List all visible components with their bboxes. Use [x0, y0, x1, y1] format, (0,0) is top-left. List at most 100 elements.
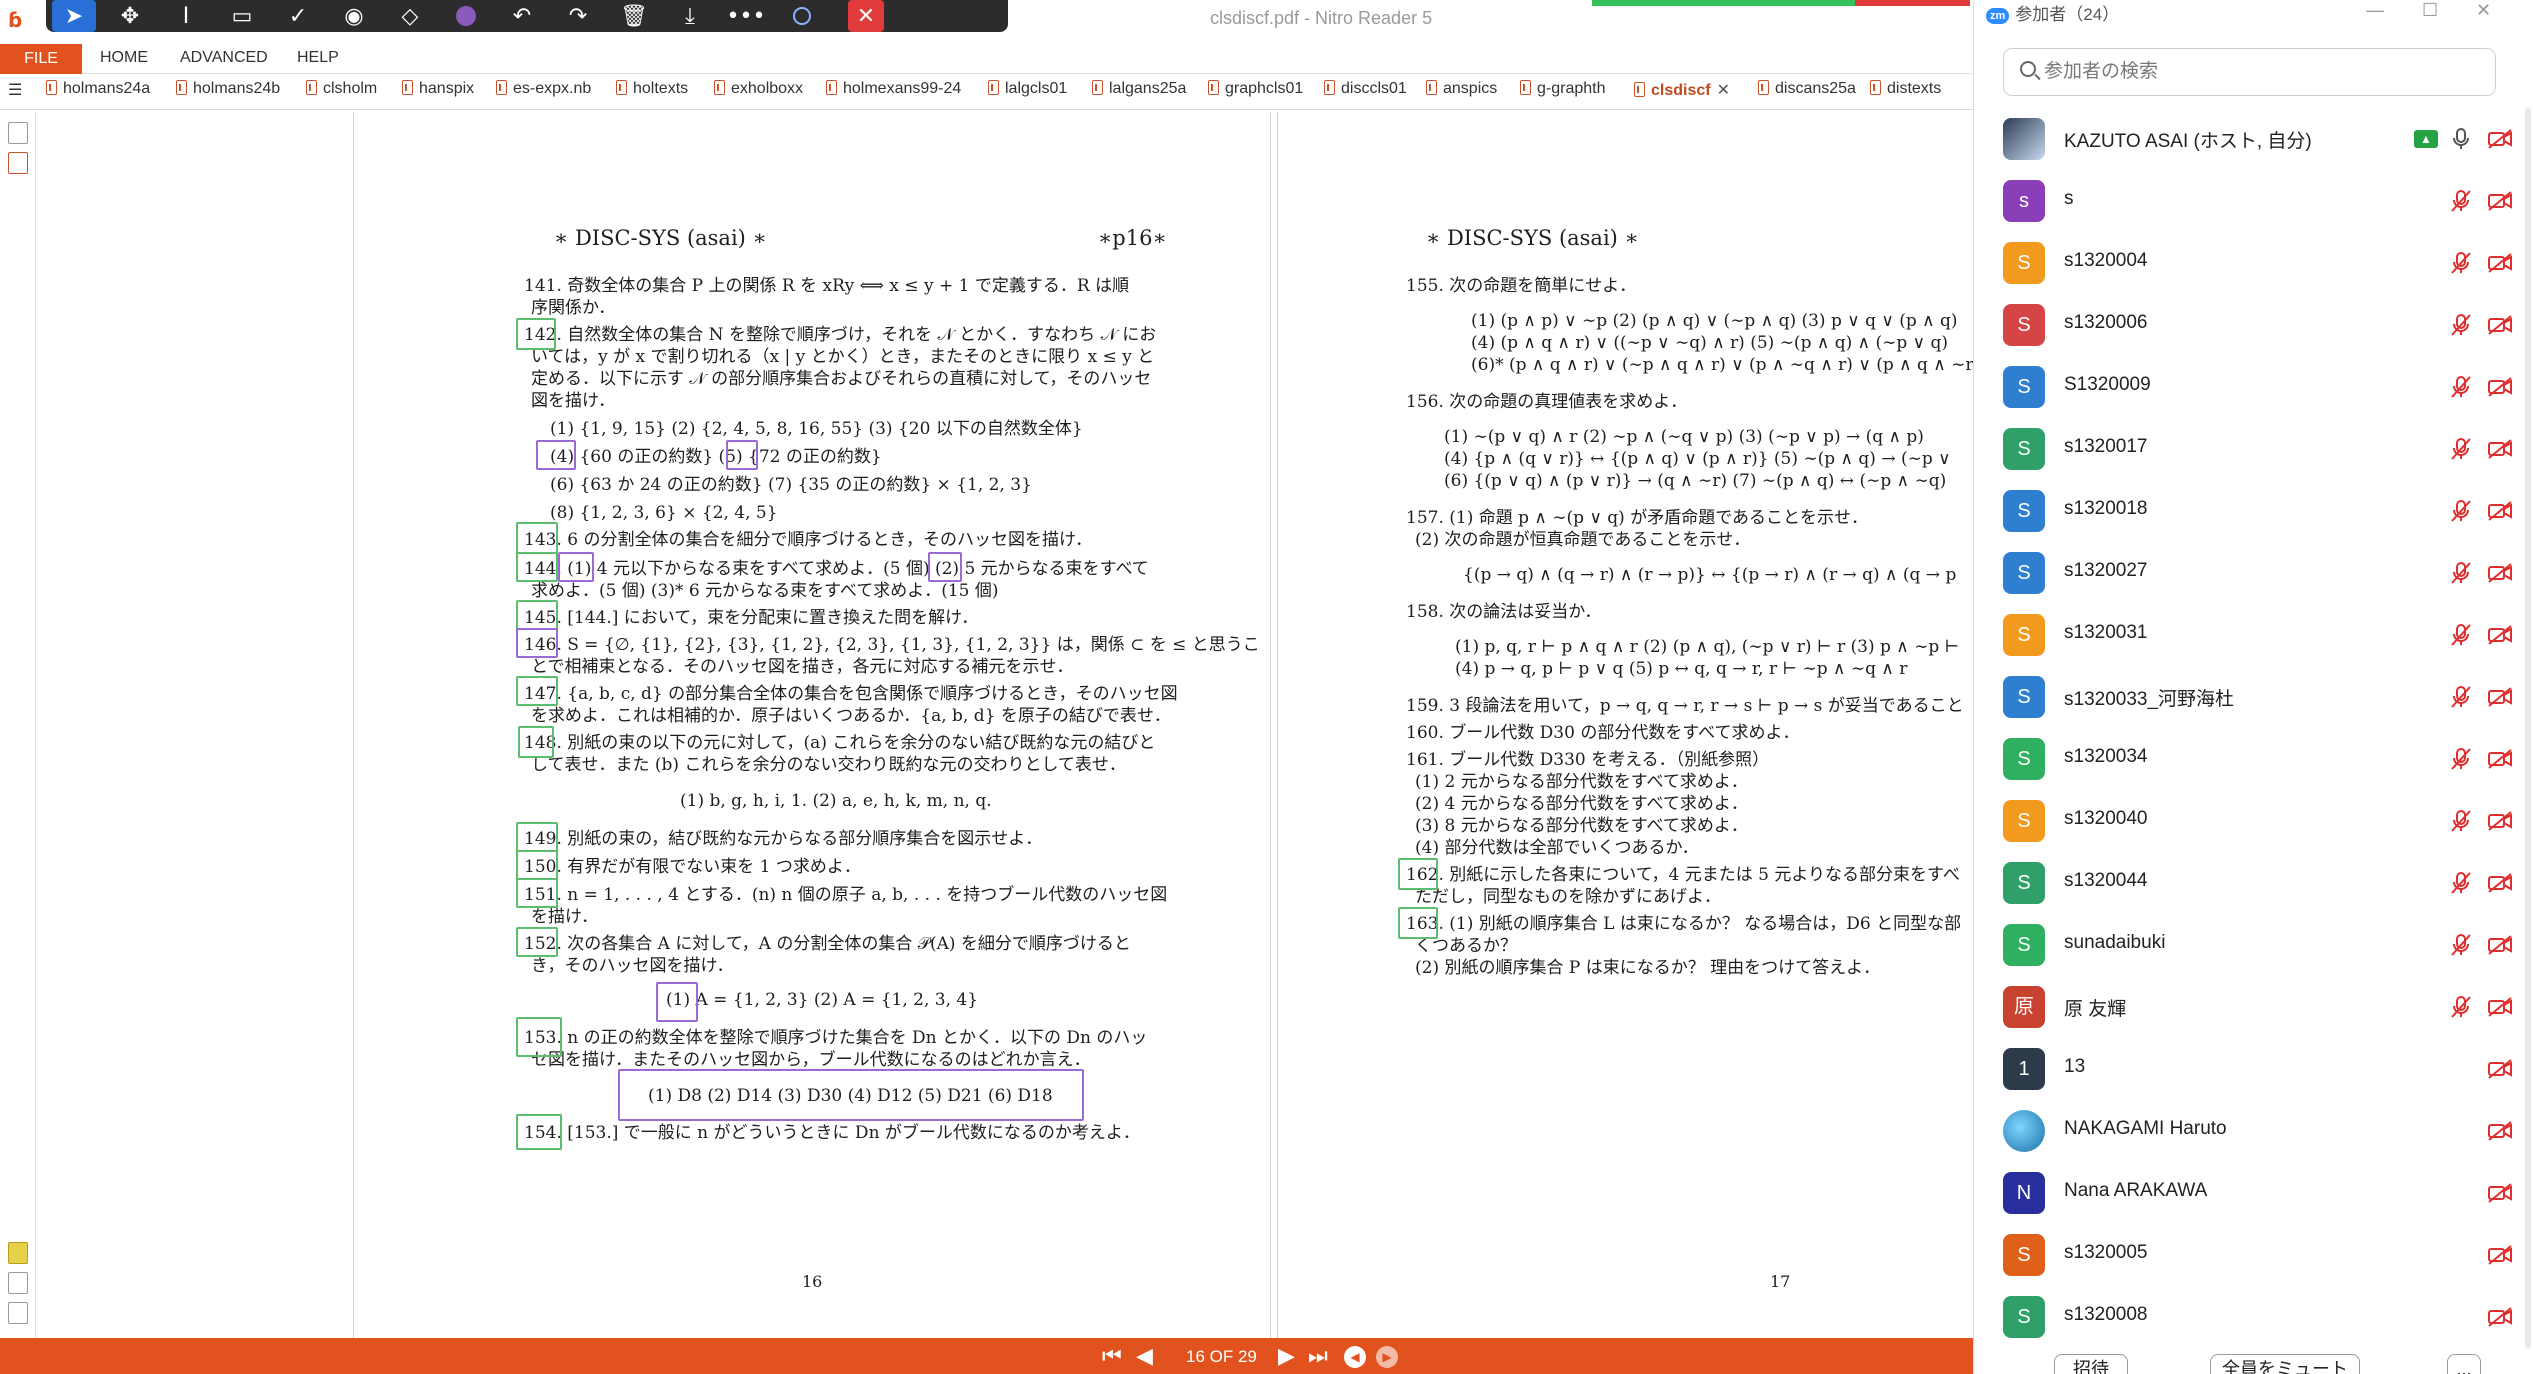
video-off-icon[interactable] — [2487, 748, 2513, 770]
mic-off-icon[interactable] — [2450, 933, 2472, 957]
more-icon[interactable]: ••• — [718, 0, 774, 32]
text-cursor-icon[interactable]: I — [158, 0, 214, 32]
close-icon[interactable]: ✕ — [2476, 0, 2491, 21]
next-view-icon[interactable]: ▶ — [1376, 1346, 1398, 1368]
undo-icon[interactable]: ↶ — [494, 0, 550, 32]
participant-row[interactable]: N Nana ARAKAWA — [1974, 1160, 2533, 1222]
next-page-icon[interactable]: ▶ — [1278, 1344, 1295, 1368]
doc-tab[interactable]: g-graphth — [1520, 80, 1606, 106]
annotation-box-purple[interactable] — [928, 552, 962, 582]
comments-icon[interactable] — [8, 1242, 28, 1264]
annotation-box-purple[interactable] — [536, 440, 576, 470]
video-off-icon[interactable] — [2487, 686, 2513, 708]
participant-row[interactable]: S S1320009 — [1974, 354, 2533, 416]
participant-search-input[interactable] — [2044, 59, 2474, 85]
doc-tab[interactable]: anspics — [1426, 80, 1497, 106]
participant-row[interactable]: Ss1320040 — [1974, 788, 2533, 850]
video-off-icon[interactable] — [2487, 1182, 2513, 1204]
annotation-box-purple[interactable] — [558, 552, 594, 582]
participant-row[interactable]: NAKAGAMI Haruto — [1974, 1098, 2533, 1160]
doc-tab-active[interactable]: clsdiscf ✕ — [1634, 80, 1730, 106]
stamp-icon[interactable]: ◉ — [326, 0, 382, 32]
color-swatch-icon[interactable] — [438, 0, 494, 32]
redo-icon[interactable]: ↷ — [550, 0, 606, 32]
checkmark-icon[interactable]: ✓ — [270, 0, 326, 32]
user-color-icon[interactable] — [774, 0, 830, 32]
participant-row[interactable]: Ss1320027 — [1974, 540, 2533, 602]
mic-off-icon[interactable] — [2450, 499, 2472, 523]
previous-page-icon[interactable]: ◀ — [1136, 1344, 1153, 1368]
participant-row[interactable]: Ss1320018 — [1974, 478, 2533, 540]
video-off-icon[interactable] — [2487, 438, 2513, 460]
document-viewport[interactable]: ∗ DISC-SYS (asai) ∗ ∗p16∗ 141. 奇数全体の集合 P… — [37, 112, 1973, 1338]
participant-row[interactable]: Ssunadaibuki — [1974, 912, 2533, 974]
mic-off-icon[interactable] — [2450, 251, 2472, 275]
annotation-box-green[interactable] — [516, 878, 558, 908]
doc-tab[interactable]: exholboxx — [714, 80, 803, 106]
doc-tab[interactable]: disccls01 — [1324, 80, 1407, 106]
mic-off-icon[interactable] — [2450, 189, 2472, 213]
doc-tab[interactable]: clsholm — [306, 80, 377, 106]
eraser-icon[interactable]: ◇ — [382, 0, 438, 32]
mic-off-icon[interactable] — [2450, 809, 2472, 833]
annotation-box-green[interactable] — [516, 318, 556, 350]
rectangle-icon[interactable]: ▭ — [214, 0, 270, 32]
mic-off-icon[interactable] — [2450, 747, 2472, 771]
video-off-icon[interactable] — [2487, 1306, 2513, 1328]
video-off-icon[interactable] — [2487, 624, 2513, 646]
annotation-box-purple[interactable] — [656, 982, 698, 1022]
tabs-menu-icon[interactable]: ☰ — [8, 80, 22, 106]
participant-row[interactable]: Ss1320034 — [1974, 726, 2533, 788]
annotation-box-green[interactable] — [518, 726, 554, 758]
select-arrow-icon[interactable]: ➤ — [52, 0, 96, 32]
video-off-icon[interactable] — [2487, 996, 2513, 1018]
participant-row[interactable]: Ss1320006 — [1974, 292, 2533, 354]
minimize-icon[interactable]: — — [2366, 0, 2384, 21]
participant-row[interactable]: Ss1320031 — [1974, 602, 2533, 664]
mic-off-icon[interactable] — [2450, 561, 2472, 585]
video-off-icon[interactable] — [2487, 1244, 2513, 1266]
mic-off-icon[interactable] — [2450, 375, 2472, 399]
page-indicator[interactable]: 16 OF 29 — [1186, 1347, 1257, 1367]
last-page-icon[interactable]: ⏭ — [1308, 1344, 1328, 1368]
doc-tab[interactable]: holmexans99-24 — [826, 80, 961, 106]
mute-all-button[interactable]: 全員をミュート — [2210, 1354, 2360, 1374]
close-toolbar-icon[interactable]: ✕ — [848, 0, 884, 32]
participant-row[interactable]: Ss1320044 — [1974, 850, 2533, 912]
annotation-box-green[interactable] — [516, 522, 558, 554]
video-off-icon[interactable] — [2487, 810, 2513, 832]
participant-row[interactable]: Ss1320033_河野海杜 — [1974, 664, 2533, 726]
participant-scrollbar[interactable] — [2525, 108, 2531, 1348]
video-off-icon[interactable] — [2487, 1058, 2513, 1080]
output-icon[interactable] — [8, 1302, 28, 1324]
video-off-icon[interactable] — [2487, 376, 2513, 398]
annotation-box-green[interactable] — [516, 822, 558, 852]
annotation-box-green[interactable] — [1398, 858, 1438, 890]
video-off-icon[interactable] — [2487, 872, 2513, 894]
home-tab[interactable]: HOME — [100, 49, 148, 67]
mic-off-icon[interactable] — [2450, 437, 2472, 461]
participant-row[interactable]: KAZUTO ASAI (ホスト, 自分) ▲ — [1974, 106, 2533, 168]
annotation-box-purple[interactable] — [516, 628, 558, 658]
doc-tab[interactable]: holtexts — [616, 80, 688, 106]
previous-view-icon[interactable]: ◀ — [1344, 1346, 1366, 1368]
maximize-icon[interactable]: ☐ — [2422, 0, 2438, 21]
participant-row[interactable]: Ss1320008 — [1974, 1284, 2533, 1346]
more-options-button[interactable]: ... — [2447, 1354, 2481, 1374]
participant-row[interactable]: 原原 友輝 — [1974, 974, 2533, 1036]
doc-tab[interactable]: es-expx.nb — [496, 80, 591, 106]
first-page-icon[interactable]: ⏮ — [1102, 1344, 1122, 1368]
video-off-icon[interactable] — [2487, 1120, 2513, 1142]
annotation-box-green[interactable] — [516, 676, 558, 706]
doc-tab[interactable]: distexts — [1870, 80, 1941, 106]
annotation-box-green[interactable] — [516, 1017, 562, 1057]
doc-tab[interactable]: discans25a — [1758, 80, 1856, 106]
video-off-icon[interactable] — [2487, 190, 2513, 212]
video-off-icon[interactable] — [2487, 314, 2513, 336]
doc-tab[interactable]: holmans24a — [46, 80, 150, 106]
advanced-tab[interactable]: ADVANCED — [180, 49, 268, 67]
delete-icon[interactable]: 🗑 — [606, 0, 662, 32]
close-tab-icon[interactable]: ✕ — [1717, 82, 1730, 99]
mic-off-icon[interactable] — [2450, 313, 2472, 337]
download-icon[interactable]: ⤓ — [662, 0, 718, 32]
